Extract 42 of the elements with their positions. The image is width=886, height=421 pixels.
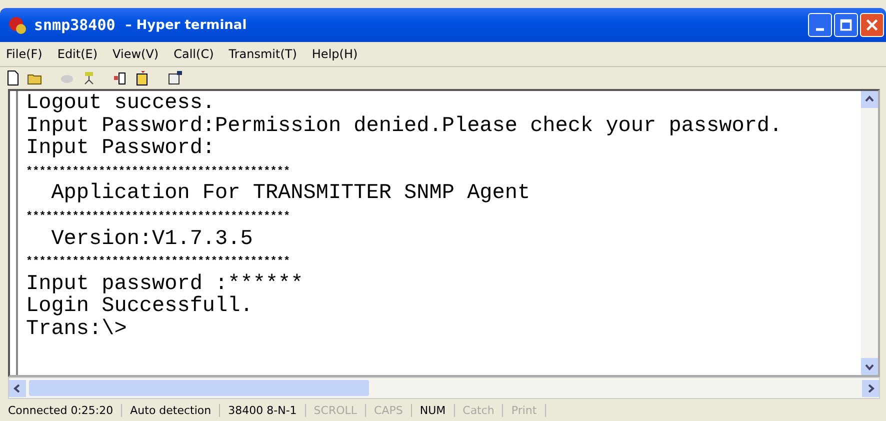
terminal-line: **************************************** (26, 164, 292, 180)
terminal-line: Input Password: (26, 138, 216, 161)
terminal-line: Trans:\> (26, 318, 128, 342)
maximize-icon (840, 19, 852, 31)
horizontal-scrollbar[interactable] (8, 377, 880, 399)
menu-item[interactable]: Call(C) (174, 47, 214, 61)
menu-item[interactable]: View(V) (112, 47, 159, 61)
properties-icon[interactable] (167, 70, 183, 86)
status-panel: Catch (454, 404, 504, 416)
scroll-down-icon[interactable] (861, 358, 878, 375)
terminal-line: **************************************** (26, 255, 292, 270)
scroll-right-icon[interactable] (862, 380, 879, 396)
status-panel: CAPS (366, 404, 412, 416)
scrollbar-thumb[interactable] (29, 380, 369, 396)
scroll-left-icon[interactable] (9, 380, 26, 396)
menu-item[interactable]: Help(H) (312, 47, 358, 61)
menu-item[interactable]: File(F) (6, 47, 42, 61)
new-file-icon[interactable] (5, 70, 21, 86)
close-icon (866, 19, 878, 31)
scroll-up-icon[interactable] (861, 91, 878, 108)
terminal-line: Application For TRANSMITTER SNMP Agent (50, 183, 532, 206)
status-panel: Auto detection (122, 404, 220, 416)
status-panel: 38400 8-N-1 (220, 404, 306, 416)
status-panel: Connected 0:25:20 (0, 404, 122, 416)
status-panel: Print (503, 404, 546, 416)
terminal-line: Version:V1.7.3.5 (50, 228, 254, 252)
menu-item[interactable]: Transmit(T) (228, 47, 297, 61)
terminal-line: Login Successfull. (26, 296, 254, 318)
window-subtitle: – Hyper terminal (125, 18, 247, 32)
status-panel: SCROLL (306, 404, 366, 416)
vertical-scrollbar[interactable] (861, 91, 878, 375)
menu-item[interactable]: Edit(E) (57, 47, 98, 61)
terminal-line: **************************************** (26, 210, 292, 225)
minimize-button[interactable] (808, 13, 832, 37)
close-button[interactable] (860, 13, 884, 37)
window-title: snmp38400 (34, 16, 116, 34)
terminal-line: Input Password:Permission denied.Please check your password. (26, 116, 784, 138)
terminal-line: Input password :****** (26, 274, 304, 296)
maximize-button[interactable] (834, 13, 858, 37)
minimize-icon (816, 28, 824, 30)
terminal-line: Logout success. (26, 93, 216, 116)
status-panel: NUM (412, 404, 455, 416)
